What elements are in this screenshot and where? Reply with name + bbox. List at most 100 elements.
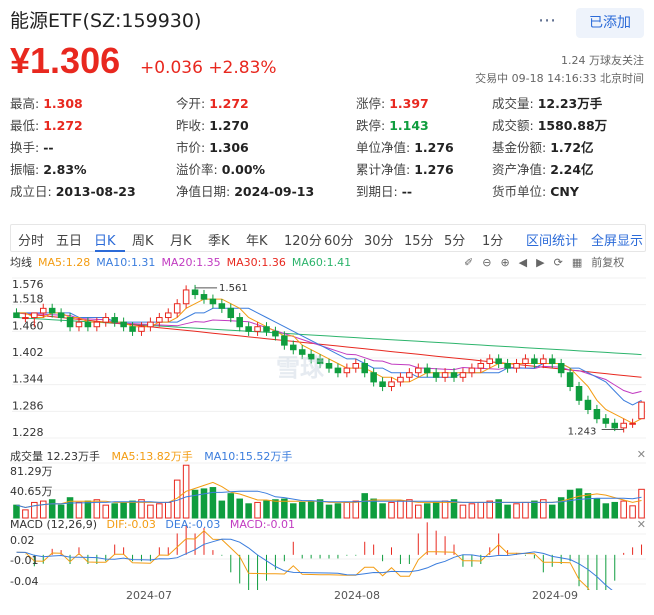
volume-bar [334, 503, 342, 519]
tab-五日[interactable]: 五日 [56, 230, 82, 249]
stat-item: 资产净值: 2.24亿 [492, 159, 594, 178]
volume-bar [316, 499, 324, 519]
stat-label: 今开: [176, 96, 206, 111]
candle-body [540, 358, 547, 365]
stat-item: 换手: -- [10, 137, 54, 156]
candle-body [129, 326, 136, 332]
stat-label: 跌停: [356, 118, 386, 133]
candle-body [513, 363, 520, 369]
volume-ma10: MA10:15.52万手 [204, 450, 293, 463]
candle-body [361, 363, 368, 374]
macd-axis-top: 0.02 [10, 534, 35, 547]
volume-bar [84, 500, 92, 519]
stat-item: 货币单位: CNY [492, 181, 579, 200]
stat-item: 市价: 1.306 [176, 137, 249, 156]
volume-bar [236, 498, 243, 519]
tab-年K[interactable]: 年K [246, 230, 268, 249]
tab-60分[interactable]: 60分 [324, 230, 354, 249]
stat-value: 1580.88万 [537, 118, 608, 133]
stat-value: 1.72亿 [550, 140, 594, 155]
stat-label: 资产净值: [492, 162, 547, 177]
tab-5分[interactable]: 5分 [444, 230, 465, 249]
macd-dea: DEA:-0.03 [165, 518, 221, 531]
volume-bar [48, 499, 56, 519]
stat-item: 成立日: 2013-08-23 [10, 181, 136, 200]
volume-bar [281, 498, 288, 519]
add-watchlist-button[interactable]: 已添加 [576, 8, 644, 38]
tab-15分[interactable]: 15分 [404, 230, 434, 249]
tab-周K[interactable]: 周K [132, 230, 154, 249]
close-volume-icon[interactable]: ✕ [637, 448, 646, 461]
candle-body [629, 422, 636, 425]
tab-120分[interactable]: 120分 [284, 230, 322, 249]
stat-value: 12.23万手 [537, 96, 603, 111]
candle-body [173, 303, 181, 314]
candle-body [477, 363, 485, 369]
stat-item: 净值日期: 2024-09-13 [176, 181, 314, 200]
candle-body [31, 312, 38, 319]
volume-ma5: MA5:13.82万手 [111, 450, 193, 463]
candle-body [334, 367, 342, 374]
candle-body [450, 372, 458, 378]
stat-item: 累计净值: 1.276 [356, 159, 454, 178]
close-macd-icon[interactable]: ✕ [637, 518, 646, 531]
stat-value: 1.270 [209, 118, 249, 133]
stat-label: 振幅: [10, 162, 40, 177]
volume-bar [406, 499, 413, 519]
stat-label: 成交额: [492, 118, 534, 133]
volume-bar [343, 501, 351, 519]
candle-body [236, 317, 243, 328]
stat-label: 成立日: [10, 184, 52, 199]
stat-value: CNY [550, 184, 579, 199]
volume-bar [13, 504, 20, 519]
candle-body [164, 312, 172, 319]
tab-月K[interactable]: 月K [170, 230, 192, 249]
candle-body [638, 401, 645, 420]
stat-value: 1.306 [209, 140, 249, 155]
candle-body [423, 367, 431, 374]
period-tabs: 分时 五日 日K 周K 月K 季K 年K 120分 60分 30分 15分 5分 1分 区间统计 全屏显示 [10, 224, 646, 252]
volume-bar [584, 493, 592, 519]
tab-分时[interactable]: 分时 [18, 230, 44, 249]
stat-value: -- [43, 140, 54, 155]
candle-body [379, 381, 386, 388]
price-axis-label: 1.344 [12, 373, 44, 386]
volume-bar [22, 509, 29, 519]
fullscreen-button[interactable]: 全屏显示 [591, 230, 643, 249]
tab-1分[interactable]: 1分 [482, 230, 503, 249]
macd-dea-line [16, 538, 613, 590]
ma20-line [16, 312, 642, 395]
stat-label: 昨收: [176, 118, 206, 133]
volume-bar [156, 503, 163, 519]
price-axis-label: 1.228 [12, 426, 44, 439]
tab-日K[interactable]: 日K [94, 230, 116, 249]
header: 能源ETF(SZ:159930) ⋯ 已添加 [10, 6, 644, 38]
candle-body [191, 289, 199, 296]
candle-body [13, 312, 20, 319]
candle-body [263, 326, 270, 332]
candle-body [227, 307, 235, 319]
volume-bar [352, 500, 360, 519]
tab-30分[interactable]: 30分 [364, 230, 394, 249]
price-axis-label: 1.518 [12, 293, 44, 306]
range-stats-button[interactable]: 区间统计 [526, 230, 578, 249]
stat-label: 货币单位: [492, 184, 547, 199]
volume-bar [111, 503, 118, 519]
stat-item: 到期日: -- [356, 181, 412, 200]
volume-bar [566, 489, 574, 519]
candle-body [209, 298, 217, 305]
volume-bar [370, 498, 377, 519]
stat-value: 2024-09-13 [234, 184, 315, 199]
candle-body [22, 317, 29, 320]
stat-label: 成交量: [492, 96, 534, 111]
kline-chart[interactable]: 1.576 1.518 1.460 1.402 1.344 1.286 1.228 1.561… [0, 268, 654, 590]
trade-status: 交易中 09-18 14:16:33 北京时间 [475, 72, 644, 85]
candle-body [57, 312, 65, 319]
volume-bar [120, 501, 127, 519]
volume-bar [57, 504, 65, 519]
date-label: 2024-08 [334, 589, 380, 602]
tab-季K[interactable]: 季K [208, 230, 230, 249]
volume-ma5-line [16, 481, 642, 509]
volume-bar [459, 504, 467, 519]
more-icon[interactable]: ⋯ [538, 10, 557, 31]
